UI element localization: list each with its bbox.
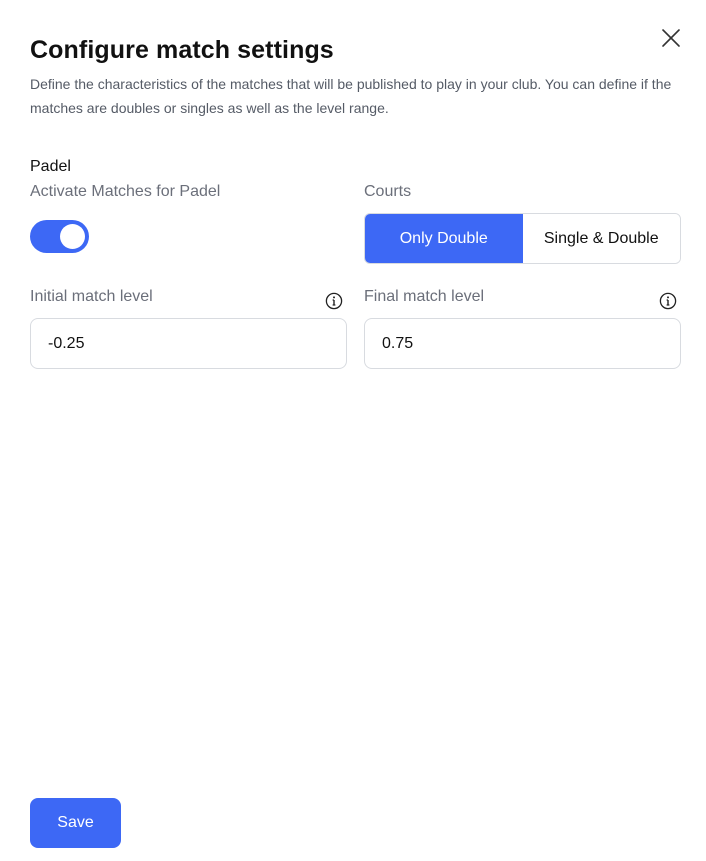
dialog-description: Define the characteristics of the matche… (30, 76, 672, 116)
final-level-input[interactable] (364, 318, 681, 369)
info-icon[interactable] (659, 292, 677, 310)
only-double-option[interactable]: Only Double (365, 214, 523, 263)
initial-level-input[interactable] (30, 318, 347, 369)
activate-matches-toggle[interactable] (30, 220, 89, 253)
initial-level-label: Initial match level (30, 288, 153, 305)
final-level-label: Final match level (364, 288, 485, 305)
save-button[interactable]: Save (30, 798, 121, 848)
sport-name: Padel (30, 158, 71, 175)
match-settings-dialog: Configure match settings Define the char… (0, 0, 706, 861)
dialog-title: Configure match settings (30, 36, 334, 64)
courts-label: Courts (364, 183, 412, 200)
close-icon[interactable] (660, 27, 682, 49)
single-double-option[interactable]: Single & Double (522, 214, 680, 263)
courts-selector: Only Double Single & Double (364, 213, 681, 264)
info-icon[interactable] (325, 292, 343, 310)
toggle-knob (60, 224, 85, 249)
activate-matches-label: Activate Matches for Padel (30, 183, 221, 200)
